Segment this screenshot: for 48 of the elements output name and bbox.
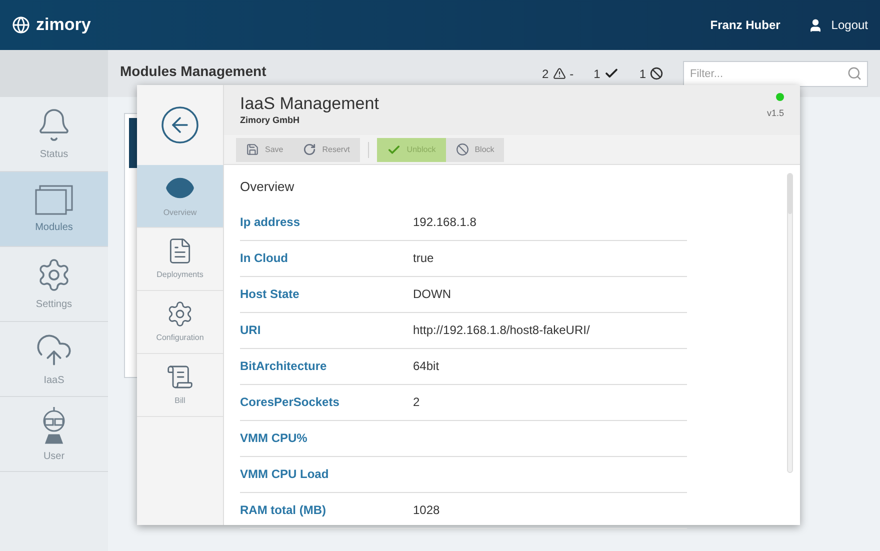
property-label: URI <box>240 322 262 339</box>
property-value: 64bit <box>413 358 440 375</box>
property-label: CoresPerSockets <box>240 394 340 411</box>
ban-icon <box>456 143 469 156</box>
dialog-title: IaaS Management <box>240 93 379 114</box>
user-icon <box>808 18 824 32</box>
counter-suffix: - <box>570 66 574 82</box>
logo-text: zimory <box>36 14 91 36</box>
property-value: http://192.168.1.8/host8-fakeURI/ <box>413 322 590 339</box>
reload-icon <box>303 143 316 156</box>
page-title: Modules Management <box>120 62 266 81</box>
property-label: In Cloud <box>240 250 289 267</box>
property-value: DOWN <box>413 286 451 303</box>
sidebar-item[interactable]: Modules <box>0 172 108 247</box>
counter-value: 2 <box>542 66 549 82</box>
filter-field[interactable]: Filter... <box>683 60 868 86</box>
property-label: BitArchitecture <box>240 358 328 375</box>
toolbar-button[interactable]: Reservt <box>293 138 360 162</box>
toolbar-button[interactable]: Save <box>236 138 294 162</box>
search-icon <box>847 66 862 80</box>
version-label: v1.5 <box>766 107 784 120</box>
user-name: Franz Huber <box>710 17 780 34</box>
property-value: 2 <box>413 394 420 411</box>
property-label: Host State <box>240 286 300 303</box>
property-value: true <box>413 250 434 267</box>
property-label: Ip address <box>240 214 302 231</box>
property-label: VMM CPU Load <box>240 466 330 483</box>
logo-icon <box>12 16 30 34</box>
property-value: 1028 <box>413 502 440 519</box>
scroll-icon <box>166 363 194 391</box>
toolbar-button[interactable]: Block <box>446 138 504 162</box>
section-heading: Overview <box>240 178 296 196</box>
ban-icon <box>650 67 663 80</box>
check-icon <box>386 142 401 156</box>
dialog-subtitle: Zimory GmbH <box>240 114 301 128</box>
property-label: VMM CPU% <box>240 430 308 447</box>
property-value: 192.168.1.8 <box>413 214 476 231</box>
logout-button[interactable]: Logout <box>808 16 868 34</box>
windows-icon <box>34 184 74 216</box>
scrollbar[interactable] <box>787 173 793 473</box>
settings-icon <box>166 300 194 328</box>
counter-value: 1 <box>594 66 600 82</box>
counter-value: 1 <box>639 66 646 82</box>
dialog-nav-item[interactable]: Overview <box>137 165 223 228</box>
back-button[interactable] <box>159 104 201 146</box>
property-label: RAM total (MB) <box>240 502 327 519</box>
warning-icon <box>552 67 566 80</box>
save-icon <box>246 143 259 156</box>
